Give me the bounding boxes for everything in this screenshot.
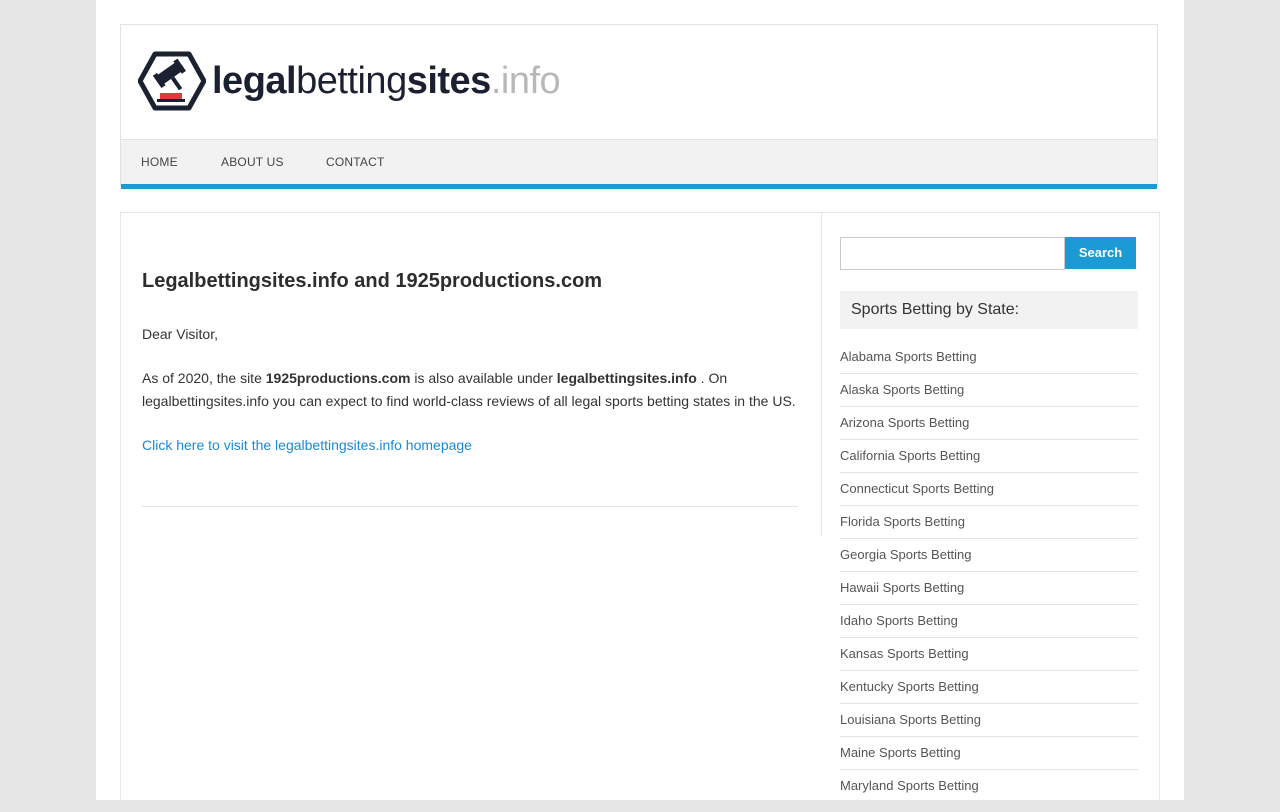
state-link-hawaii[interactable]: Hawaii Sports Betting	[840, 572, 1138, 605]
state-link-maine[interactable]: Maine Sports Betting	[840, 737, 1138, 770]
search-button[interactable]: Search	[1065, 237, 1136, 269]
body-site-new: legalbettingsites.info	[556, 370, 697, 386]
nav-item-home[interactable]: HOME	[141, 140, 178, 184]
states-widget-title: Sports Betting by State:	[840, 291, 1138, 329]
site-logo[interactable]: legalbettingsites.info	[138, 51, 561, 111]
logo-word-legal: legal	[212, 60, 297, 102]
nav-item-about-us[interactable]: ABOUT US	[221, 140, 284, 184]
state-link-florida[interactable]: Florida Sports Betting	[840, 506, 1138, 539]
states-list: Alabama Sports Betting Alaska Sports Bet…	[840, 341, 1138, 803]
article-greeting: Dear Visitor,	[142, 326, 218, 342]
state-link-california[interactable]: California Sports Betting	[840, 440, 1138, 473]
homepage-link[interactable]: Click here to visit the legalbettingsite…	[142, 437, 472, 453]
state-link-louisiana[interactable]: Louisiana Sports Betting	[840, 704, 1138, 737]
logo-word-info: .info	[490, 60, 561, 102]
state-link-alaska[interactable]: Alaska Sports Betting	[840, 374, 1138, 407]
page-container: legalbettingsites.info HOME ABOUT US CON…	[96, 0, 1184, 812]
cta-paragraph: Click here to visit the legalbettingsite…	[142, 434, 812, 457]
state-link-kentucky[interactable]: Kentucky Sports Betting	[840, 671, 1138, 704]
site-header: legalbettingsites.info HOME ABOUT US CON…	[120, 24, 1158, 189]
state-link-idaho[interactable]: Idaho Sports Betting	[840, 605, 1138, 638]
article-body: As of 2020, the site 1925productions.com…	[142, 367, 812, 413]
search-input[interactable]	[840, 237, 1065, 270]
article-title: Legalbettingsites.info and 1925productio…	[142, 270, 603, 292]
body-prefix: As of 2020, the site	[142, 370, 266, 386]
article-divider	[142, 506, 798, 507]
state-link-kansas[interactable]: Kansas Sports Betting	[840, 638, 1138, 671]
logo-wordmark: legalbettingsites.info	[212, 51, 561, 111]
logo-word-sites: sites	[406, 60, 492, 102]
logo-word-betting: betting	[296, 60, 407, 102]
state-link-connecticut[interactable]: Connecticut Sports Betting	[840, 473, 1138, 506]
main-navigation: HOME ABOUT US CONTACT	[121, 139, 1157, 189]
gavel-hexagon-icon	[138, 51, 206, 111]
nav-item-contact[interactable]: CONTACT	[326, 140, 385, 184]
state-link-arizona[interactable]: Arizona Sports Betting	[840, 407, 1138, 440]
body-site-old: 1925productions.com	[265, 370, 411, 386]
state-link-alabama[interactable]: Alabama Sports Betting	[840, 341, 1138, 374]
state-link-maryland[interactable]: Maryland Sports Betting	[840, 770, 1138, 803]
body-mid: is also available under	[410, 370, 557, 386]
state-link-georgia[interactable]: Georgia Sports Betting	[840, 539, 1138, 572]
main-area: Legalbettingsites.info and 1925productio…	[120, 212, 1160, 812]
article-content: Legalbettingsites.info and 1925productio…	[121, 213, 822, 536]
